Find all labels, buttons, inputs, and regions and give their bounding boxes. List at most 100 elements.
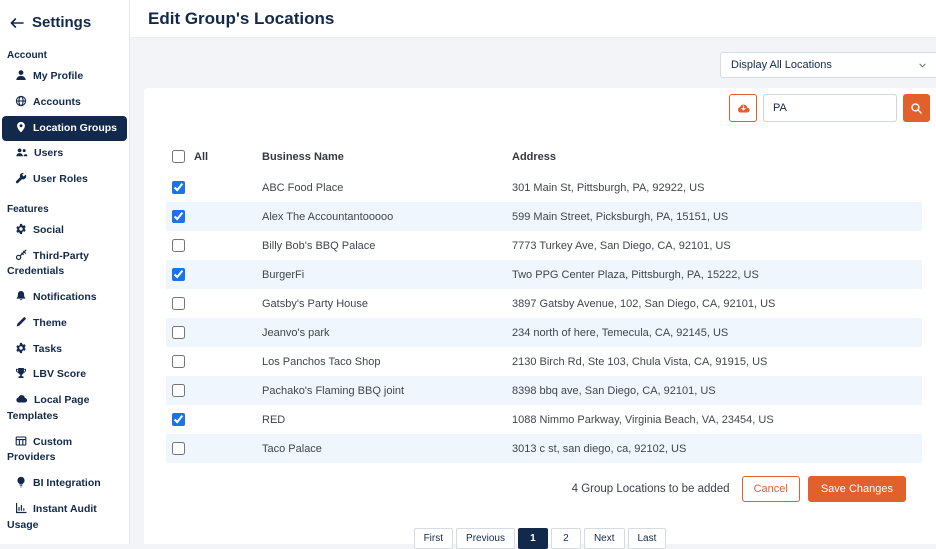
search-button[interactable] [903, 94, 930, 122]
sidebar-item-label: Notifications [33, 291, 97, 303]
sidebar-section-features: Features [7, 203, 49, 215]
business-name-cell: Taco Palace [262, 442, 322, 455]
settings-sidebar: Settings Account My Profile Accounts Locati… [0, 0, 130, 544]
chart-icon [15, 502, 27, 514]
address-cell: 599 Main Street, Picksburgh, PA, 15151, … [512, 210, 729, 223]
sidebar-item-location-groups[interactable]: Location Groups [2, 115, 127, 142]
selection-status-text: 4 Group Locations to be added [571, 483, 730, 495]
row-checkbox[interactable] [172, 210, 185, 223]
sidebar-item-user-roles[interactable]: User Roles [2, 167, 127, 193]
display-locations-dropdown[interactable]: Display All Locations [720, 52, 936, 78]
sidebar-item-local-page-templates[interactable]: Local Page Templates [2, 388, 127, 430]
business-name-cell: Gatsby's Party House [262, 297, 369, 310]
sidebar-item-label: LBV Score [33, 368, 87, 381]
bulb-icon [15, 476, 27, 488]
page-button-first[interactable]: First [413, 528, 454, 549]
page-button-last[interactable]: Last [627, 528, 667, 549]
sidebar-item-users[interactable]: Users [2, 141, 127, 167]
users-icon [15, 146, 28, 158]
business-name-cell: Pachako's Flaming BBQ joint [262, 384, 405, 397]
search-icon [910, 102, 923, 115]
sidebar-item-custom-providers[interactable]: Custom Providers [2, 430, 127, 472]
row-checkbox[interactable] [172, 384, 185, 397]
business-name-cell: Billy Bob's BBQ Palace [262, 239, 376, 252]
business-name-cell: Jeanvo's park [262, 326, 330, 339]
sidebar-item-theme[interactable]: Theme [2, 311, 127, 337]
sidebar-nav: Account My Profile Accounts Location Groups… [0, 39, 129, 544]
row-checkbox[interactable] [172, 355, 185, 368]
business-name-cell: BurgerFi [262, 268, 305, 281]
address-cell: 8398 bbq ave, San Diego, CA, 92101, US [512, 384, 716, 397]
sidebar-item-lbv-score[interactable]: LBV Score [2, 362, 127, 388]
sidebar-item-accounts[interactable]: Accounts [2, 90, 127, 116]
sidebar-item-social[interactable]: Social [2, 218, 127, 244]
sidebar-title: Settings [32, 14, 92, 31]
sidebar-item-bi-integration[interactable]: BI Integration [2, 471, 127, 497]
cloud-download-icon [736, 102, 751, 115]
brush-icon [15, 316, 27, 328]
business-name-cell: RED [262, 413, 286, 426]
row-checkbox[interactable] [172, 326, 185, 339]
table-row: Los Panchos Taco Shop 2130 Birch Rd, Ste … [166, 347, 922, 376]
row-checkbox[interactable] [172, 297, 185, 310]
column-header-business-name: Business Name [262, 150, 344, 163]
sidebar-header: Settings [0, 8, 129, 39]
sidebar-item-label: Users [34, 147, 64, 160]
address-cell: 301 Main St, Pittsburgh, PA, 92922, US [512, 181, 705, 194]
row-checkbox[interactable] [172, 413, 185, 426]
sidebar-item-label: Social [33, 223, 64, 236]
sidebar-section-account: Account [7, 50, 47, 61]
sidebar-item-notifications[interactable]: Notifications [2, 285, 127, 311]
sidebar-item-instant-audit-usage[interactable]: Instant Audit Usage [2, 497, 127, 539]
page-header: Edit Group's Locations [130, 0, 936, 38]
page-button-previous[interactable]: Previous [456, 528, 515, 549]
business-name-cell: ABC Food Place [262, 181, 344, 194]
sidebar-item-label: User Roles [33, 173, 88, 185]
sidebar-item-tasks[interactable]: Tasks [2, 337, 127, 363]
sidebar-item-label: Location Groups [33, 121, 117, 134]
sidebar-section-internal-tools: Internal Tools [0, 538, 129, 544]
locations-table: All Business Name Address ABC Food Place… [166, 140, 922, 463]
main-content: Edit Group's Locations Display All Locat… [130, 0, 936, 549]
address-cell: 7773 Turkey Ave, San Diego, CA, 92101, U… [512, 239, 731, 252]
table-row: Pachako's Flaming BBQ joint 8398 bbq ave,… [166, 376, 922, 405]
address-cell: 1088 Nimmo Parkway, Virginia Beach, VA, … [512, 413, 774, 426]
save-changes-button[interactable]: Save Changes [807, 476, 906, 502]
gear-icon [15, 223, 27, 235]
table-row: BurgerFi Two PPG Center Plaza, Pittsburgh… [166, 260, 922, 289]
table-row: Jeanvo's park 234 north of here, Temecula… [166, 318, 922, 347]
sidebar-item-label: BI Integration [33, 477, 101, 489]
chevron-down-icon [918, 61, 927, 70]
row-checkbox[interactable] [172, 442, 185, 455]
table-row: ABC Food Place 301 Main St, Pittsburgh, P… [166, 173, 922, 202]
search-input[interactable] [763, 94, 897, 122]
globe-icon [15, 95, 27, 107]
app-window: Settings Account My Profile Accounts Locati… [0, 0, 936, 549]
page-button-1[interactable]: 1 [517, 528, 548, 549]
back-arrow-icon[interactable] [10, 17, 24, 29]
page-button-next[interactable]: Next [583, 528, 625, 549]
column-header-address: Address [512, 150, 557, 163]
page-button-2[interactable]: 2 [550, 528, 581, 549]
export-download-button[interactable] [729, 94, 757, 122]
sidebar-item-third-party-credentials[interactable]: Third-Party Credentials [2, 244, 127, 286]
row-checkbox[interactable] [172, 181, 185, 194]
address-cell: 3897 Gatsby Avenue, 102, San Diego, CA, … [512, 297, 776, 310]
pagination: First Previous 1 2 Next Last [144, 528, 936, 549]
table-row: Gatsby's Party House 3897 Gatsby Avenue, … [166, 289, 922, 318]
table-row: Billy Bob's BBQ Palace 7773 Turkey Ave, S… [166, 231, 922, 260]
table-row: Alex The Accountantooooo 599 Main Street,… [166, 202, 922, 231]
trophy-icon [15, 367, 27, 379]
sidebar-item-my-profile[interactable]: My Profile [2, 64, 127, 90]
locations-card: All Business Name Address ABC Food Place… [144, 88, 936, 549]
sidebar-item-label: Accounts [33, 95, 81, 108]
table-icon [15, 435, 27, 447]
sidebar-item-label: My Profile [33, 70, 84, 82]
select-all-checkbox[interactable] [172, 150, 185, 163]
cancel-button[interactable]: Cancel [741, 476, 800, 502]
row-checkbox[interactable] [172, 239, 185, 252]
row-checkbox[interactable] [172, 268, 185, 281]
sidebar-item-label: Theme [33, 316, 67, 329]
dropdown-selected-value: Display All Locations [731, 59, 832, 71]
business-name-cell: Alex The Accountantooooo [262, 210, 394, 223]
